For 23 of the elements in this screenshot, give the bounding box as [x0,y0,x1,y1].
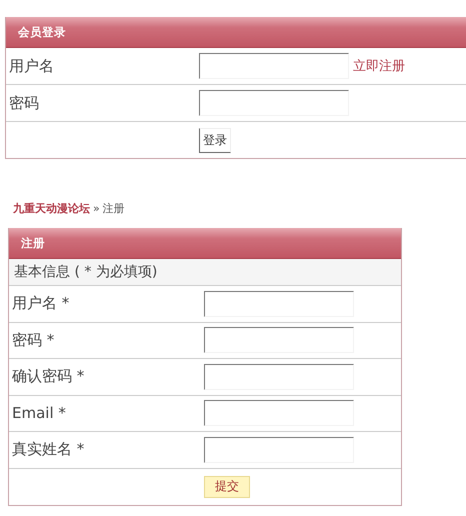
input-field[interactable] [204,364,354,390]
field-label: 用户名 * [11,294,70,314]
input-field[interactable] [204,400,354,426]
input-field[interactable] [204,436,354,463]
forum-link[interactable]: 九重天动漫论坛 [13,202,90,215]
input-field[interactable] [204,290,354,317]
field-label: 用户名 [8,56,55,76]
breadcrumb-current: 注册 [102,202,125,215]
register-link[interactable]: 立即注册 [349,57,466,75]
section-title: 基本信息 ( * 为必填项) [14,263,158,281]
field-label: 确认密码 * [11,367,86,386]
panel-title: 注册 [21,236,45,250]
input-field[interactable] [204,327,354,354]
submit-button[interactable]: 提交 [204,476,250,498]
field-label: 密码 * [11,330,56,350]
input-field[interactable] [199,90,349,116]
field-label: 真实姓名 * [11,440,86,460]
field-label: Email * [11,404,67,422]
panel-title: 会员登录 [18,24,66,40]
input-field[interactable] [199,53,349,79]
breadcrumb-separator: » [93,202,100,215]
field-label: 密码 [8,94,40,112]
submit-button[interactable]: 登录 [199,128,231,152]
